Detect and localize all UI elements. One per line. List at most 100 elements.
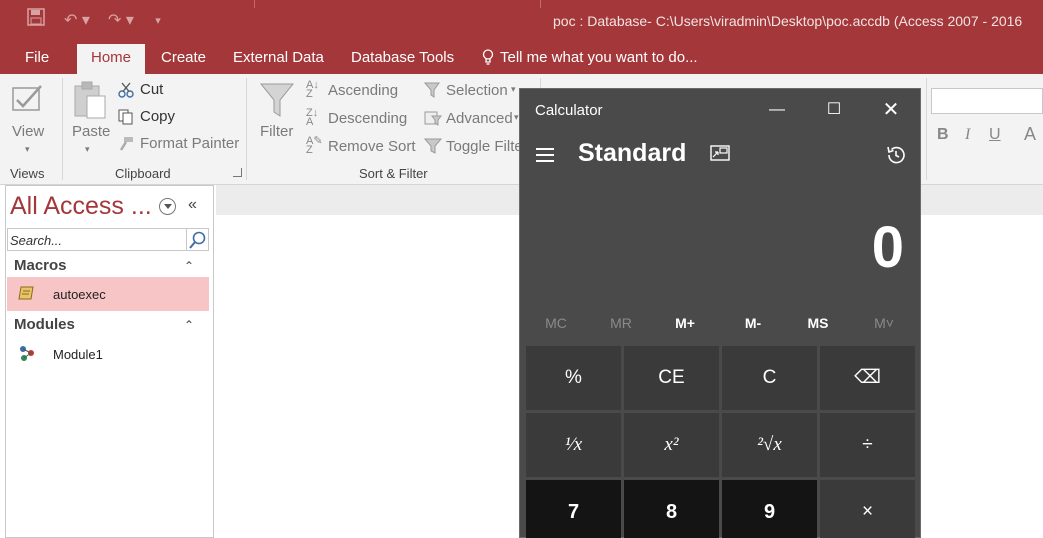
copy-button[interactable]: Copy <box>140 108 175 125</box>
selection-dropdown-chevron-icon[interactable]: ▾ <box>511 84 516 95</box>
cut-icon[interactable] <box>118 82 134 103</box>
advanced-button[interactable]: Advanced <box>446 110 513 127</box>
tab-database-tools[interactable]: Database Tools <box>351 42 454 74</box>
calculator-window: Calculator — ☐ ✕ Standard 0 MC MR M+ M- … <box>519 88 921 538</box>
tab-external-data[interactable]: External Data <box>233 42 324 74</box>
format-painter-icon[interactable] <box>118 136 134 157</box>
advanced-filter-icon[interactable] <box>424 110 442 131</box>
sort-ascending-icon[interactable]: A↓ Z <box>306 80 319 100</box>
collapse-group-icon[interactable]: ⌃ <box>184 259 194 273</box>
selection-icon[interactable] <box>423 82 442 103</box>
filter-button[interactable]: Filter <box>260 123 293 140</box>
group-divider <box>926 78 927 180</box>
hamburger-menu-icon[interactable] <box>536 148 554 162</box>
collapse-pane-icon[interactable]: « <box>188 196 197 214</box>
memory-recall-button[interactable]: MR <box>591 315 651 331</box>
italic-button[interactable]: I <box>965 126 970 144</box>
nav-group-macros[interactable]: Macros <box>14 257 67 274</box>
cut-button[interactable]: Cut <box>140 81 163 98</box>
square-key[interactable]: x² <box>624 413 719 477</box>
advanced-dropdown-chevron-icon[interactable]: ▾ <box>514 112 519 123</box>
tab-file[interactable]: File <box>25 42 49 74</box>
collapse-group-icon[interactable]: ⌃ <box>184 318 194 332</box>
save-icon[interactable] <box>26 8 46 34</box>
tell-me-box[interactable]: Tell me what you want to do... <box>482 42 698 74</box>
digit-9-key[interactable]: 9 <box>722 480 817 538</box>
group-label-sort-filter: Sort & Filter <box>359 166 428 181</box>
lightbulb-icon <box>482 49 494 65</box>
underline-button[interactable]: U <box>989 126 1001 144</box>
tab-home[interactable]: Home <box>77 44 146 74</box>
digit-7-key[interactable]: 7 <box>526 480 621 538</box>
paste-dropdown-chevron-icon[interactable]: ▾ <box>85 144 90 155</box>
ribbon-tabs: File Home Create External Data Database … <box>0 42 1043 74</box>
percent-key[interactable]: % <box>526 346 621 410</box>
minimize-icon[interactable]: — <box>757 97 797 123</box>
macro-icon <box>18 286 34 300</box>
nav-item-module1[interactable]: Module1 <box>7 337 209 371</box>
sort-descending-icon[interactable]: Z↓ A <box>306 108 318 128</box>
customize-qat-icon[interactable]: ▾ <box>150 8 166 34</box>
calculator-display: 0 <box>871 215 904 280</box>
title-divider <box>254 0 255 8</box>
window-title: poc : Database- C:\Users\viradmin\Deskto… <box>553 13 1023 29</box>
nav-search-input[interactable]: Search... <box>7 228 187 251</box>
redo-icon[interactable]: ↷ ▾ <box>104 8 138 34</box>
selection-button[interactable]: Selection <box>446 82 508 99</box>
close-icon[interactable]: ✕ <box>871 97 911 123</box>
clipboard-dialog-launcher-icon[interactable] <box>233 168 242 177</box>
memory-list-button[interactable]: M˅ <box>854 315 914 331</box>
group-divider <box>62 78 63 180</box>
calculator-title: Calculator <box>535 102 603 119</box>
copy-icon[interactable] <box>118 109 134 130</box>
toggle-filter-button[interactable]: Toggle Filte <box>446 138 523 155</box>
undo-icon[interactable]: ↶ ▾ <box>62 8 92 34</box>
divide-key[interactable]: ÷ <box>820 413 915 477</box>
group-label-clipboard: Clipboard <box>115 166 171 181</box>
backspace-key[interactable]: ⌫ <box>820 346 915 410</box>
search-icon[interactable] <box>187 228 209 251</box>
group-divider <box>246 78 247 180</box>
font-name-box[interactable] <box>931 88 1043 114</box>
tell-me-text: Tell me what you want to do... <box>500 49 698 66</box>
font-color-button[interactable]: A <box>1024 124 1036 145</box>
paste-icon[interactable] <box>73 80 107 125</box>
ascending-button[interactable]: Ascending <box>328 82 398 99</box>
nav-pane-menu-chevron-icon[interactable] <box>159 198 176 215</box>
group-label-views: Views <box>10 166 45 181</box>
paste-button[interactable]: Paste <box>72 123 110 140</box>
bold-button[interactable]: B <box>937 126 949 144</box>
nav-item-label: Module1 <box>53 347 103 362</box>
view-icon[interactable] <box>11 80 47 121</box>
digit-8-key[interactable]: 8 <box>624 480 719 538</box>
memory-add-button[interactable]: M+ <box>655 315 715 331</box>
nav-pane-title[interactable]: All Access ... <box>10 192 152 221</box>
calculator-mode-title: Standard <box>578 139 687 167</box>
remove-sort-icon[interactable]: A✎ Z <box>306 136 323 156</box>
filter-icon[interactable] <box>259 82 295 123</box>
memory-subtract-button[interactable]: M- <box>723 315 783 331</box>
nav-item-autoexec[interactable]: autoexec <box>7 277 209 311</box>
multiply-key[interactable]: × <box>820 480 915 538</box>
format-painter-button[interactable]: Format Painter <box>140 135 239 152</box>
memory-clear-button[interactable]: MC <box>526 315 586 331</box>
clear-key[interactable]: C <box>722 346 817 410</box>
nav-group-modules[interactable]: Modules <box>14 316 75 333</box>
view-button[interactable]: View <box>12 123 44 140</box>
square-root-key[interactable]: ²√x <box>722 413 817 477</box>
nav-item-label: autoexec <box>53 287 106 302</box>
view-dropdown-chevron-icon[interactable]: ▾ <box>25 144 30 155</box>
module-icon <box>20 346 34 361</box>
navigation-pane: All Access ... « Search... Macros ⌃ auto… <box>5 185 214 538</box>
reciprocal-key[interactable]: ¹⁄x <box>526 413 621 477</box>
descending-button[interactable]: Descending <box>328 110 407 127</box>
maximize-icon[interactable]: ☐ <box>814 97 854 123</box>
title-divider <box>540 0 541 8</box>
tab-create[interactable]: Create <box>161 42 206 74</box>
history-icon[interactable] <box>885 144 907 166</box>
keep-on-top-icon[interactable] <box>710 145 730 163</box>
memory-store-button[interactable]: MS <box>788 315 848 331</box>
clear-entry-key[interactable]: CE <box>624 346 719 410</box>
remove-sort-button[interactable]: Remove Sort <box>328 138 416 155</box>
toggle-filter-icon[interactable] <box>423 138 443 159</box>
